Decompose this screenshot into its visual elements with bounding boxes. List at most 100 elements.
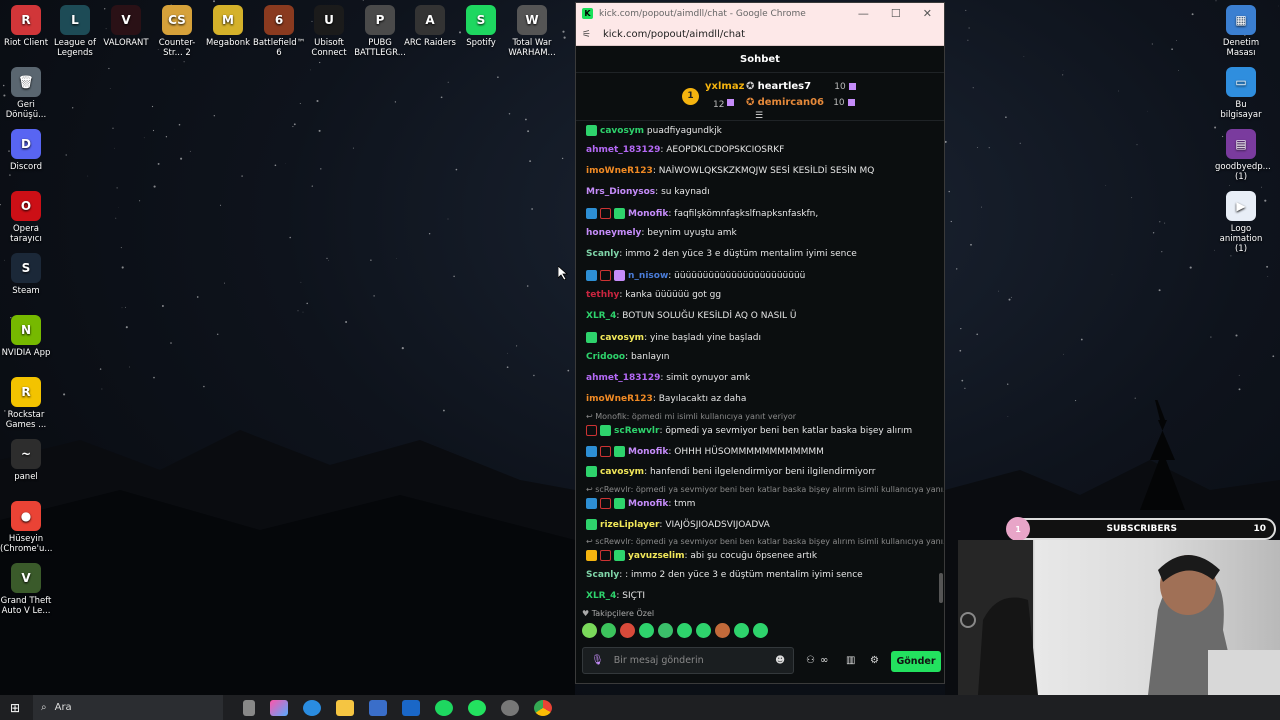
app-taskbar-icon[interactable] xyxy=(468,699,486,716)
settings-gear-icon[interactable]: ⚙ xyxy=(870,655,879,666)
collapse-icon[interactable]: ☰ xyxy=(755,111,763,121)
chat-username[interactable]: imoWneR123 xyxy=(586,166,653,176)
emote[interactable] xyxy=(677,623,692,638)
steam-icon[interactable]: S Steam xyxy=(0,253,52,296)
window-title-bar[interactable]: K kick.com/popout/aimdll/chat - Google C… xyxy=(576,3,944,24)
chat-message[interactable]: XLR_4: SIÇTI xyxy=(586,591,645,602)
chat-message[interactable]: tethhy: kanka üüüüüü got gg xyxy=(586,290,721,301)
chat-message[interactable]: Cridooo: banlayın xyxy=(586,352,670,363)
chat-message[interactable]: imoWneR123: Bayılacaktı az daha xyxy=(586,394,746,405)
chat-username[interactable]: rizeLiplayer xyxy=(600,520,659,530)
chat-username[interactable]: Monofik xyxy=(628,209,668,219)
chat-messages[interactable]: cavosym puadfiyagundkjk ahmet_183129: AEO… xyxy=(576,122,944,608)
file-explorer-icon[interactable] xyxy=(336,699,354,716)
send-button[interactable]: Gönder xyxy=(891,651,941,672)
chat-message[interactable]: Scanly: immo 2 den yüce 3 e düştüm menta… xyxy=(586,249,857,260)
emote[interactable] xyxy=(696,623,711,638)
start-button-icon[interactable]: ⊞ xyxy=(0,701,30,715)
taskbar-search[interactable]: ⌕ Ara xyxy=(33,695,223,720)
nvidia-icon[interactable]: N NVIDIA App xyxy=(0,315,52,358)
maximize-button[interactable]: ☐ xyxy=(891,7,901,20)
reply-context[interactable]: ↩ scRewvlr: öpmedi ya sevmiyor beni ben … xyxy=(586,485,944,494)
control-panel-icon[interactable]: ▦ Denetim Masası xyxy=(1215,5,1267,58)
emote[interactable] xyxy=(582,623,597,638)
chat-message[interactable]: rizeLiplayer: VIAJÖSJIOADSVIJOADVA xyxy=(586,519,770,531)
video-file-icon[interactable]: ▶ Logo animation (1) xyxy=(1215,191,1267,254)
chat-username[interactable]: yavuzselim xyxy=(628,551,684,561)
spotify-icon[interactable]: S Spotify xyxy=(455,5,507,48)
chat-username[interactable]: ahmet_183129 xyxy=(586,145,660,155)
chat-scrollbar[interactable] xyxy=(939,573,943,603)
chat-input[interactable]: 🎙 Bir mesaj gönderin ☻ xyxy=(582,647,794,674)
users-icon[interactable]: ⚇ xyxy=(806,655,815,666)
chat-username[interactable]: cavosym xyxy=(600,467,644,477)
chat-message[interactable]: yavuzselim: abi şu cocuğu öpsenee artık xyxy=(586,550,817,562)
ubisoft-icon[interactable]: U Ubisoft Connect xyxy=(303,5,355,58)
emote[interactable] xyxy=(658,623,673,638)
gta5-icon[interactable]: V Grand Theft Auto V Le... xyxy=(0,563,52,616)
leaderboard-third[interactable]: ✪ demircan06 10 xyxy=(746,97,855,108)
emote[interactable] xyxy=(639,623,654,638)
this-pc-icon[interactable]: ▭ Bu bilgisayar xyxy=(1215,67,1267,120)
valorant-icon[interactable]: V VALORANT xyxy=(100,5,152,48)
league-of-legends-icon[interactable]: L League of Legends xyxy=(49,5,101,58)
chat-username[interactable]: scRewvlr xyxy=(614,426,659,436)
opera-icon[interactable]: O Opera tarayıcı xyxy=(0,191,52,244)
microphone-icon[interactable]: 🎙 xyxy=(591,655,604,666)
chat-username[interactable]: Monofik xyxy=(628,499,668,509)
store-taskbar-icon[interactable] xyxy=(369,699,387,716)
store-icon[interactable]: ▥ xyxy=(846,655,855,666)
chat-message[interactable]: cavosym: hanfendi beni ilgelendirmiyor b… xyxy=(586,466,875,478)
chat-message[interactable]: ahmet_183129: simit oynuyor amk xyxy=(586,373,750,384)
chat-message[interactable]: ahmet_183129: AEOPDKLCDOPSKCIOSRKF xyxy=(586,145,784,156)
emote[interactable] xyxy=(715,623,730,638)
chat-username[interactable]: XLR_4 xyxy=(586,311,616,321)
emoji-icon[interactable]: ☻ xyxy=(775,655,785,666)
chat-username[interactable]: Scanly xyxy=(586,249,619,259)
pubg-icon[interactable]: P PUBG BATTLEGR... xyxy=(354,5,406,58)
chat-username[interactable]: imoWneR123 xyxy=(586,394,653,404)
chat-username[interactable]: XLR_4 xyxy=(586,591,616,601)
minimize-button[interactable]: — xyxy=(858,7,869,20)
winrar-icon[interactable]: ▤ goodbyedp... (1) xyxy=(1215,129,1271,182)
task-view-icon[interactable] xyxy=(243,699,255,716)
address-bar[interactable]: ⚟ kick.com/popout/aimdll/chat xyxy=(576,24,944,46)
chat-message[interactable]: Monofik: faqfilşkömnfaşkslfnapksnfaskfn, xyxy=(586,208,818,220)
leaderboard-second[interactable]: ✪ heartles7 10 xyxy=(746,81,856,92)
rockstar-icon[interactable]: R Rockstar Games ... xyxy=(0,377,52,430)
chat-message[interactable]: scRewvlr: öpmedi ya sevmiyor beni ben ka… xyxy=(586,425,912,437)
counter-strike-icon[interactable]: CS Counter-Str... 2 xyxy=(151,5,203,58)
chat-username[interactable]: honeymely xyxy=(586,228,641,238)
chat-username[interactable]: n_nisow xyxy=(628,271,668,281)
megabonk-icon[interactable]: M Megabonk xyxy=(202,5,254,48)
chrome-profile-icon[interactable]: ● Hüseyin (Chrome'u... xyxy=(0,501,53,554)
chat-message[interactable]: Monofik: OHHH HÜSOMMMMMMMMMMMM xyxy=(586,446,824,458)
edge-icon[interactable] xyxy=(303,699,321,716)
emote[interactable] xyxy=(620,623,635,638)
chat-username[interactable]: cavosym xyxy=(600,126,644,136)
chat-message[interactable]: honeymely: beynim uyuştu amk xyxy=(586,228,737,239)
chat-username[interactable]: Scanly xyxy=(586,570,619,580)
copilot-icon[interactable] xyxy=(270,699,288,716)
close-button[interactable]: ✕ xyxy=(923,7,932,20)
reply-context[interactable]: ↩ Monofik: öpmedi mi isimli kullanıcıya … xyxy=(586,412,796,421)
total-war-icon[interactable]: W Total War WARHAM... xyxy=(506,5,558,58)
site-settings-icon[interactable]: ⚟ xyxy=(582,29,591,40)
emote[interactable] xyxy=(601,623,616,638)
url-text[interactable]: kick.com/popout/aimdll/chat xyxy=(603,29,745,40)
chat-message[interactable]: XLR_4: BOTUN SOLUĞU KESİLDİ AQ O NASIL Ü xyxy=(586,311,796,322)
chat-message[interactable]: Scanly: : immo 2 den yüce 3 e düştüm men… xyxy=(586,570,863,581)
outlook-icon[interactable] xyxy=(402,699,420,716)
panel-icon[interactable]: ~ panel xyxy=(0,439,52,482)
chat-message[interactable]: Monofik: tmm xyxy=(586,498,695,510)
discord-icon[interactable]: D Discord xyxy=(0,129,52,172)
chat-username[interactable]: Monofik xyxy=(628,447,668,457)
chat-message[interactable]: imoWneR123: NAİWOWLQKSKZKMQJW SESİ KESİL… xyxy=(586,166,874,177)
chat-username[interactable]: Mrs_Dionysos xyxy=(586,187,655,197)
chat-username[interactable]: ahmet_183129 xyxy=(586,373,660,383)
chat-username[interactable]: cavosym xyxy=(600,333,644,343)
chat-message[interactable]: cavosym: yine başladı yine başladı xyxy=(586,332,761,344)
leaderboard-first[interactable]: 1 yxlmaz 12 xyxy=(682,81,744,111)
infinity-icon[interactable]: ∞ xyxy=(820,655,828,666)
spotify-taskbar-icon[interactable] xyxy=(435,699,453,716)
